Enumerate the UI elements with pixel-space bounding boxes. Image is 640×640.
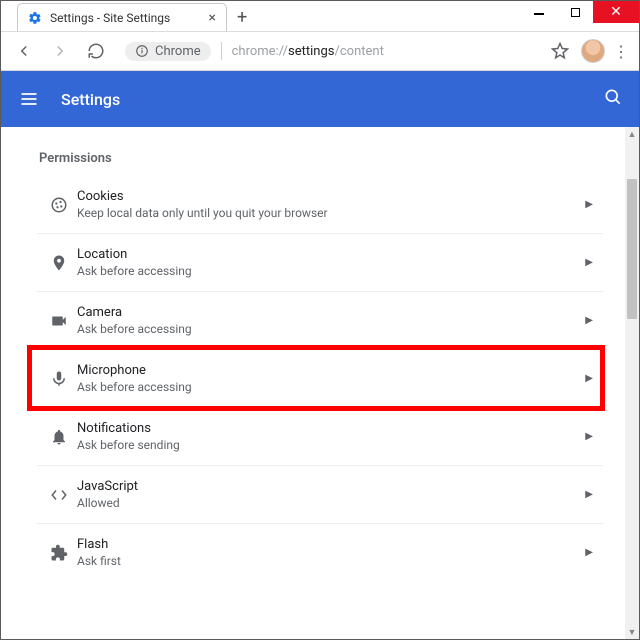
browser-window: Settings - Site Settings × + ✕ Chrome (0, 0, 640, 640)
permission-text: JavaScript Allowed (77, 479, 585, 510)
permission-row-microphone[interactable]: Microphone Ask before accessing▶ (37, 349, 603, 407)
permission-name: Notifications (77, 421, 585, 436)
security-chip-label: Chrome (155, 44, 201, 59)
omnibox-divider (221, 42, 222, 60)
content-area: Permissions Cookies Keep local data only … (1, 127, 639, 639)
permission-row-flash[interactable]: Flash Ask first▶ (37, 523, 603, 581)
chevron-right-icon: ▶ (585, 547, 593, 558)
permission-name: Location (77, 247, 585, 262)
permission-row-cookies[interactable]: Cookies Keep local data only until you qu… (37, 176, 603, 233)
window-minimize-button[interactable] (521, 1, 557, 23)
menu-icon[interactable] (17, 87, 41, 111)
permission-text: Microphone Ask before accessing (77, 363, 585, 394)
tab-strip: Settings - Site Settings × + (1, 1, 521, 31)
puzzle-icon (41, 544, 77, 562)
tab-title: Settings - Site Settings (50, 11, 201, 25)
microphone-icon (41, 370, 77, 388)
cookie-icon (41, 196, 77, 214)
reload-button[interactable] (81, 36, 111, 66)
permission-description: Ask before accessing (77, 380, 585, 394)
chevron-right-icon: ▶ (585, 373, 593, 384)
chevron-right-icon: ▶ (585, 315, 593, 326)
address-bar: Chrome chrome://settings/content ⋮ (1, 31, 639, 71)
titlebar: Settings - Site Settings × + ✕ (1, 1, 639, 31)
security-chip: Chrome (125, 42, 211, 61)
permission-description: Ask first (77, 554, 585, 568)
permission-description: Ask before accessing (77, 264, 585, 278)
new-tab-button[interactable]: + (237, 3, 247, 31)
permission-description: Keep local data only until you quit your… (77, 206, 585, 220)
window-close-button[interactable]: ✕ (593, 1, 639, 23)
permission-name: Cookies (77, 189, 585, 204)
chevron-right-icon: ▶ (585, 199, 593, 210)
search-icon[interactable] (603, 87, 623, 111)
permission-name: JavaScript (77, 479, 585, 494)
section-title: Permissions (39, 151, 603, 166)
permission-text: Flash Ask first (77, 537, 585, 568)
bookmark-star-icon[interactable] (545, 36, 575, 66)
permission-text: Location Ask before accessing (77, 247, 585, 278)
permission-description: Allowed (77, 496, 585, 510)
browser-menu-button[interactable]: ⋮ (611, 42, 631, 61)
permission-name: Flash (77, 537, 585, 552)
back-button[interactable] (9, 36, 39, 66)
scrollbar-thumb[interactable] (627, 179, 637, 319)
permissions-list: Cookies Keep local data only until you qu… (37, 176, 603, 581)
permission-row-camera[interactable]: Camera Ask before accessing▶ (37, 291, 603, 349)
tab-close-icon[interactable]: × (209, 11, 216, 25)
vertical-scrollbar[interactable]: ▲ ▼ (625, 127, 639, 639)
permission-description: Ask before accessing (77, 322, 585, 336)
chevron-right-icon: ▶ (585, 257, 593, 268)
bell-icon (41, 428, 77, 446)
permission-text: Notifications Ask before sending (77, 421, 585, 452)
url-text: chrome://settings/content (232, 44, 384, 59)
window-maximize-button[interactable] (557, 1, 593, 23)
forward-button[interactable] (45, 36, 75, 66)
chevron-right-icon: ▶ (585, 489, 593, 500)
browser-tab[interactable]: Settings - Site Settings × (17, 3, 227, 31)
permission-name: Camera (77, 305, 585, 320)
gear-icon (28, 11, 42, 25)
scrollbar-up-icon[interactable]: ▲ (625, 127, 639, 141)
permission-text: Cookies Keep local data only until you qu… (77, 189, 585, 220)
window-controls: ✕ (521, 1, 639, 23)
app-title: Settings (61, 90, 603, 109)
permission-text: Camera Ask before accessing (77, 305, 585, 336)
permission-row-notifications[interactable]: Notifications Ask before sending▶ (37, 407, 603, 465)
permission-row-location[interactable]: Location Ask before accessing▶ (37, 233, 603, 291)
scrollbar-down-icon[interactable]: ▼ (625, 625, 639, 639)
profile-avatar[interactable] (581, 39, 605, 63)
code-icon (41, 486, 77, 504)
settings-toolbar: Settings (1, 71, 639, 127)
chevron-right-icon: ▶ (585, 431, 593, 442)
location-pin-icon (41, 254, 77, 272)
camera-icon (41, 312, 77, 330)
permission-row-javascript[interactable]: JavaScript Allowed▶ (37, 465, 603, 523)
permission-description: Ask before sending (77, 438, 585, 452)
omnibox[interactable]: Chrome chrome://settings/content (117, 37, 539, 65)
permission-name: Microphone (77, 363, 585, 378)
